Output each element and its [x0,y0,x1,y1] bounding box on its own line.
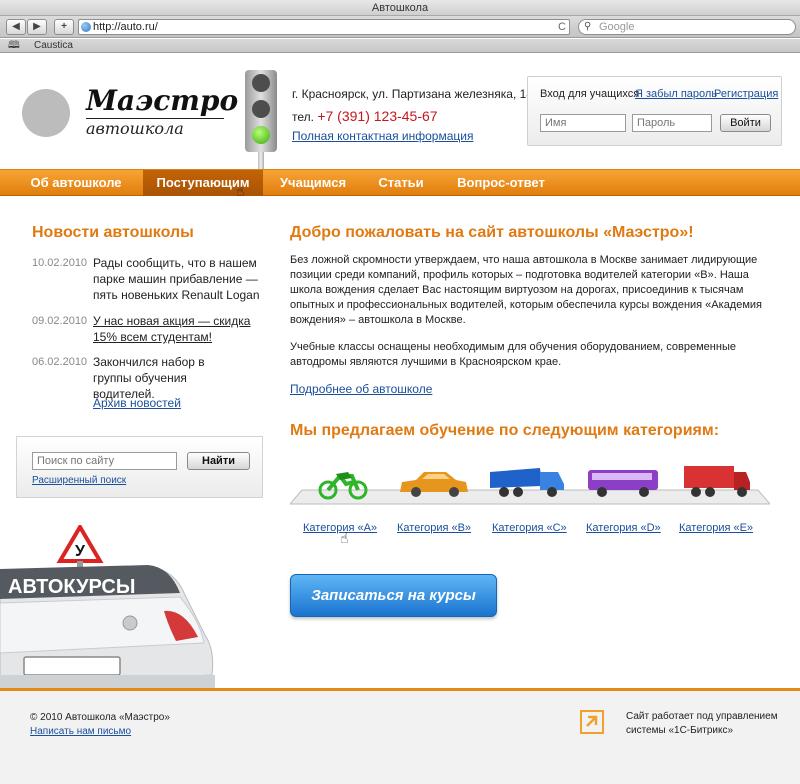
driving-school-car-illustration: У АВТОКУРСЫ [0,523,262,695]
enroll-button[interactable]: Записаться на курсы [290,574,497,617]
category-c-link[interactable]: Категория «C» [492,522,567,534]
address: г. Красноярск, ул. Партизана железняка, … [292,87,533,101]
footer: © 2010 Автошкола «Маэстро» Написать нам … [0,688,800,784]
bookmark-item[interactable]: Caustica [34,39,73,53]
vehicle-road-illustration [288,462,772,508]
register-link[interactable]: Регистрация [714,88,778,100]
site-search-input[interactable] [32,452,177,470]
news-date: 09.02.2010 [32,315,88,327]
browser-toolbar: ◀ ▶ + http://auto.ru/ C ⚲ Google [0,16,800,38]
search-icon: ⚲ [584,21,592,32]
login-box: Вход для учащихся Я забыл пароль Регистр… [527,76,782,146]
add-bookmark-button[interactable]: + [54,19,74,35]
browser-search-field[interactable]: ⚲ Google [578,19,796,35]
nav-item-students[interactable]: Учащимся [270,170,356,196]
category-d-link[interactable]: Категория «D» [586,522,661,534]
phone-line: тел. +7 (391) 123-45-67 [292,108,438,124]
news-date: 10.02.2010 [32,257,88,269]
bookmarks-bar: 🕮 Caustica [0,39,800,53]
logo-subtitle: автошкола [86,118,224,138]
news-title: Новости автошколы [32,224,194,241]
write-us-link[interactable]: Написать нам письмо [30,726,131,737]
phone-number: +7 (391) 123-45-67 [317,108,438,124]
news-archive-link[interactable]: Архив новостей [93,396,181,410]
traffic-light-icon [245,70,277,170]
forgot-password-link[interactable]: Я забыл пароль [635,88,717,100]
category-e-link[interactable]: Категория «E» [679,522,753,534]
back-button[interactable]: ◀ [6,19,26,35]
site-search-box: Найти Расширенный поиск [16,436,263,498]
welcome-title: Добро пожаловать на сайт автошколы «Маэс… [290,224,694,241]
forward-button[interactable]: ▶ [27,19,47,35]
category-b-link[interactable]: Категория «B» [397,522,471,534]
login-title: Вход для учащихся [540,88,640,100]
browser-search-placeholder: Google [599,21,635,33]
hand-cursor-icon: ☝ [340,530,349,546]
main-nav: Об автошколе Поступающим Учащимся Статьи… [0,169,800,196]
window-title: Автошкола [0,0,800,16]
news-date: 06.02.2010 [32,356,88,368]
categories-title: Мы предлагаем обучение по следующим кате… [290,422,720,439]
news-item-text: Закончился набор в группы обучения водит… [93,355,205,401]
contacts-link[interactable]: Полная контактная информация [292,129,473,143]
site-search-button[interactable]: Найти [187,452,250,470]
logo-circle [22,89,70,137]
windshield-text: АВТОКУРСЫ [8,576,135,598]
bitrix-logo-icon[interactable] [580,710,604,734]
news-item-link[interactable]: У нас новая акция — скидка 15% всем студ… [93,313,253,345]
login-password-input[interactable] [632,114,712,132]
advanced-search-link[interactable]: Расширенный поиск [32,475,126,486]
hand-cursor-icon: ☝ [236,183,245,199]
roof-sign-letter: У [75,543,86,560]
powered-by-text: Сайт работает под управлением системы «1… [626,711,778,736]
globe-icon [81,22,91,32]
nav-item-faq[interactable]: Вопрос-ответ [446,170,556,196]
nav-item-applicants[interactable]: Поступающим [143,170,263,196]
book-icon[interactable]: 🕮 [8,39,20,53]
nav-item-about[interactable]: Об автошколе [18,170,134,196]
news-item-text: Рады сообщить, что в нашем парке машин п… [93,256,260,302]
phone-label: тел. [292,110,314,124]
nav-item-articles[interactable]: Статьи [366,170,436,196]
url-field[interactable]: http://auto.ru/ C [78,19,570,35]
copyright: © 2010 Автошкола «Маэстро» [30,712,170,723]
equipment-paragraph: Учебные классы оснащены необходимым для … [290,341,736,368]
about-school-link[interactable]: Подробнее об автошколе [290,382,432,396]
logo-title: Маэстро [86,84,239,117]
login-button[interactable]: Войти [720,114,771,132]
url-text: http://auto.ru/ [93,21,158,33]
intro-paragraph: Без ложной скромности утверждаем, что на… [290,254,763,326]
login-name-input[interactable] [540,114,626,132]
reload-icon[interactable]: C [558,20,566,34]
